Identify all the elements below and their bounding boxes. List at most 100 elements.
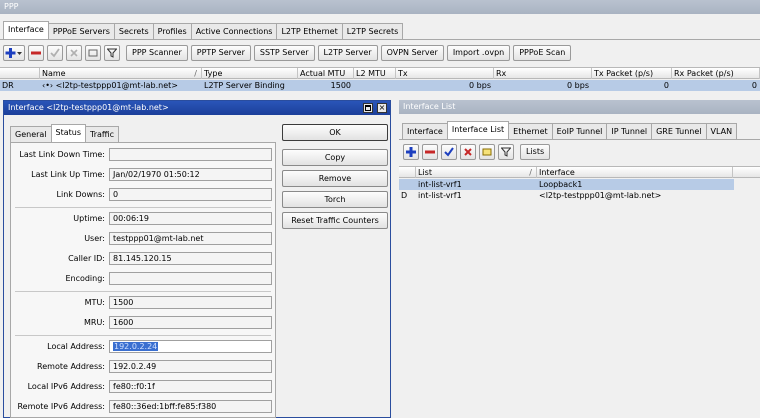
filter-icon bbox=[107, 48, 117, 58]
tab-eoip-tunnel[interactable]: EoIP Tunnel bbox=[551, 123, 608, 139]
name-column-header[interactable]: Name / bbox=[40, 68, 202, 79]
ppp-scanner-button[interactable]: PPP Scanner bbox=[126, 45, 188, 61]
rx-column-header[interactable]: Rx bbox=[494, 68, 592, 79]
tab-secrets[interactable]: Secrets bbox=[113, 23, 154, 39]
section-divider bbox=[15, 291, 271, 292]
l2tp-server-button[interactable]: L2TP Server bbox=[317, 45, 378, 61]
tx-packet-column-header[interactable]: Tx Packet (p/s) bbox=[592, 68, 672, 79]
encoding-label: Encoding: bbox=[65, 274, 105, 283]
tab-gre-tunnel[interactable]: GRE Tunnel bbox=[651, 123, 707, 139]
last-link-down-field[interactable] bbox=[109, 148, 272, 161]
tab-ethernet[interactable]: Ethernet bbox=[508, 123, 553, 139]
tab-traffic[interactable]: Traffic bbox=[85, 126, 120, 142]
filter-icon bbox=[501, 147, 511, 157]
interface-detail-window: Interface <l2tp-testppp01@mt-lab.net> × … bbox=[3, 100, 391, 418]
enable-button[interactable] bbox=[441, 144, 457, 160]
tab-pppoe-servers[interactable]: PPPoE Servers bbox=[47, 23, 115, 39]
remove-button[interactable] bbox=[422, 144, 438, 160]
l2-mtu-column-header[interactable]: L2 MTU bbox=[354, 68, 396, 79]
tab-interface-list[interactable]: Interface List bbox=[446, 121, 510, 139]
add-button[interactable] bbox=[403, 144, 419, 160]
table-row[interactable]: DR ‹•› <l2tp-testppp01@mt-lab.net> L2TP … bbox=[0, 80, 760, 91]
row-interface: <l2tp-testppp01@mt-lab.net> bbox=[539, 191, 662, 200]
mtu-label: MTU: bbox=[84, 298, 105, 307]
reset-traffic-counters-button[interactable]: Reset Traffic Counters bbox=[282, 212, 388, 229]
close-button[interactable]: × bbox=[377, 103, 387, 113]
row-flag: D bbox=[401, 191, 408, 200]
add-button[interactable] bbox=[3, 45, 25, 61]
pptp-server-button[interactable]: PPTP Server bbox=[190, 45, 251, 61]
ovpn-server-button[interactable]: OVPN Server bbox=[380, 45, 444, 61]
torch-button[interactable]: Torch bbox=[282, 191, 388, 208]
sort-indicator-icon: / bbox=[194, 69, 197, 78]
user-field[interactable]: testppp01@mt-lab.net bbox=[109, 232, 272, 245]
enable-button[interactable] bbox=[47, 45, 63, 61]
import-ovpn-button[interactable]: Import .ovpn bbox=[446, 45, 511, 61]
remove-button[interactable]: Remove bbox=[282, 170, 388, 187]
tab-interface[interactable]: Interface bbox=[3, 21, 49, 39]
uptime-field[interactable]: 00:06:19 bbox=[109, 212, 272, 225]
tab-status[interactable]: Status bbox=[50, 124, 87, 142]
lists-button[interactable]: Lists bbox=[520, 144, 551, 160]
row-rx-pps: 0 bbox=[751, 81, 757, 90]
local-address-field[interactable]: 192.0.2.24 bbox=[109, 340, 272, 353]
interface-list-toolbar: Lists bbox=[403, 144, 553, 160]
interface-detail-title: Interface <l2tp-testppp01@mt-lab.net> bbox=[8, 103, 169, 112]
copy-button[interactable]: Copy bbox=[282, 149, 388, 166]
remote-address-field[interactable]: 192.0.2.49 bbox=[109, 360, 272, 373]
actual-mtu-column-header[interactable]: Actual MTU bbox=[298, 68, 354, 79]
remove-button[interactable] bbox=[28, 45, 44, 61]
tx-column-header[interactable]: Tx bbox=[396, 68, 494, 79]
mtu-field[interactable]: 1500 bbox=[109, 296, 272, 309]
disable-button[interactable] bbox=[66, 45, 82, 61]
interface-column-header[interactable]: Interface bbox=[537, 167, 733, 178]
tab-l2tp-secrets[interactable]: L2TP Secrets bbox=[341, 23, 404, 39]
last-link-up-field[interactable]: Jan/02/1970 01:50:12 bbox=[109, 168, 272, 181]
tab-ip-tunnel[interactable]: IP Tunnel bbox=[606, 123, 653, 139]
local-ipv6-field[interactable]: fe80::f0:1f bbox=[109, 380, 272, 393]
remote-ipv6-label: Remote IPv6 Address: bbox=[17, 402, 105, 411]
sort-indicator-icon: / bbox=[529, 168, 532, 177]
row-list: int-list-vrf1 bbox=[418, 191, 462, 200]
row-tx-pps: 0 bbox=[663, 81, 669, 90]
link-downs-field[interactable]: 0 bbox=[109, 188, 272, 201]
interface-detail-title-bar[interactable]: Interface <l2tp-testppp01@mt-lab.net> bbox=[4, 101, 390, 115]
encoding-field[interactable] bbox=[109, 272, 272, 285]
check-icon bbox=[50, 48, 60, 58]
status-panel: Last Link Down Time: Last Link Up Time: … bbox=[10, 142, 276, 418]
minus-icon bbox=[425, 150, 435, 154]
plus-icon bbox=[5, 48, 22, 58]
maximize-button[interactable] bbox=[363, 103, 373, 113]
flag-column-header bbox=[0, 68, 40, 79]
tab-general[interactable]: General bbox=[10, 126, 52, 142]
pppoe-scan-button[interactable]: PPPoE Scan bbox=[513, 45, 572, 61]
comment-button[interactable] bbox=[479, 144, 495, 160]
tab-interface[interactable]: Interface bbox=[402, 123, 448, 139]
filter-button[interactable] bbox=[498, 144, 514, 160]
caller-id-field[interactable]: 81.145.120.15 bbox=[109, 252, 272, 265]
tab-vlan[interactable]: VLAN bbox=[705, 123, 738, 139]
type-column-header[interactable]: Type bbox=[202, 68, 298, 79]
filter-button[interactable] bbox=[104, 45, 120, 61]
minus-icon bbox=[31, 51, 41, 55]
remote-ipv6-field[interactable]: fe80::36ed:1bff:fe85:f380 bbox=[109, 400, 272, 413]
interface-list-tabs: Interface Interface List Ethernet EoIP T… bbox=[402, 121, 738, 139]
list-column-header[interactable]: List / bbox=[416, 167, 537, 178]
rx-packet-column-header[interactable]: Rx Packet (p/s) bbox=[672, 68, 760, 79]
close-icon: × bbox=[378, 103, 386, 112]
table-row[interactable]: D int-list-vrf1 <l2tp-testppp01@mt-lab.n… bbox=[399, 190, 734, 201]
local-ipv6-label: Local IPv6 Address: bbox=[27, 382, 105, 391]
disable-button[interactable] bbox=[460, 144, 476, 160]
row-l2-mtu bbox=[354, 80, 396, 91]
sstp-server-button[interactable]: SSTP Server bbox=[253, 45, 315, 61]
interface-list-title-bar: Interface List bbox=[399, 100, 760, 114]
tab-active-connections[interactable]: Active Connections bbox=[190, 23, 278, 39]
comment-button[interactable] bbox=[85, 45, 101, 61]
table-row[interactable]: int-list-vrf1 Loopback1 bbox=[399, 179, 734, 190]
tab-profiles[interactable]: Profiles bbox=[152, 23, 192, 39]
mru-field[interactable]: 1600 bbox=[109, 316, 272, 329]
local-address-label: Local Address: bbox=[47, 342, 105, 351]
ok-button[interactable]: OK bbox=[282, 124, 388, 141]
interface-list-grid-header: List / Interface bbox=[399, 166, 760, 178]
tab-l2tp-ethernet[interactable]: L2TP Ethernet bbox=[276, 23, 343, 39]
